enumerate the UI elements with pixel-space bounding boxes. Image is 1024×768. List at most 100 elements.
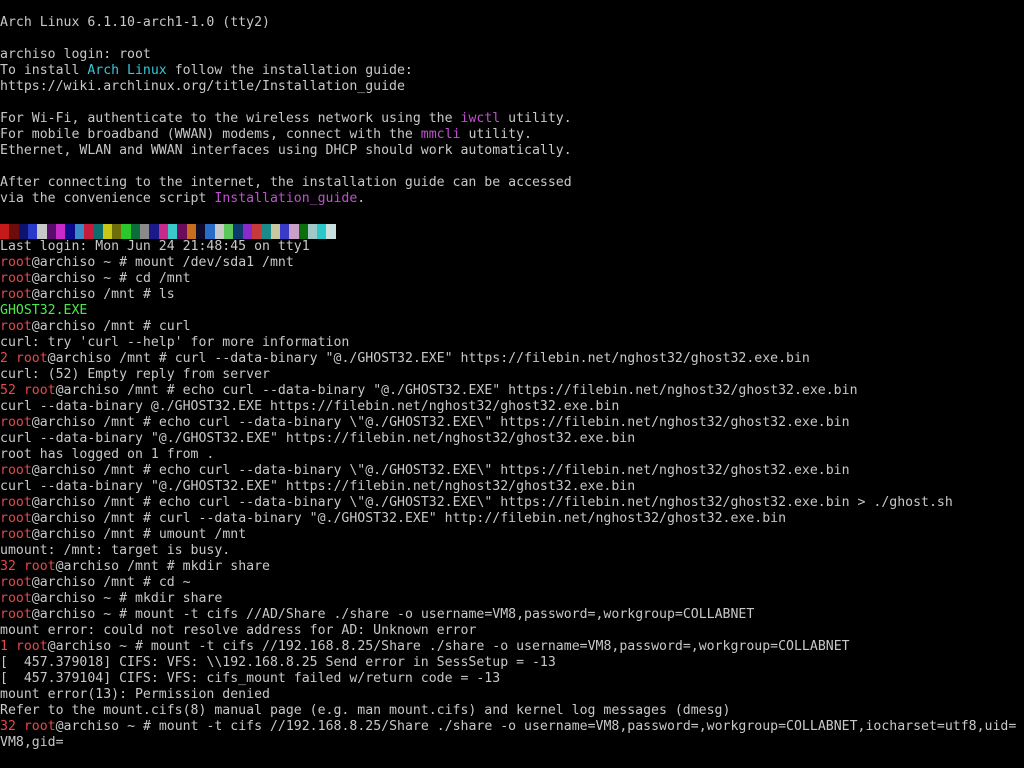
kernel-banner: Arch Linux 6.1.10-arch1-1.0 (tty2) xyxy=(0,15,270,30)
prompt-user: root xyxy=(0,287,32,302)
output-text: curl --data-binary "@./GHOST32.EXE" http… xyxy=(0,479,636,494)
palette-swatch xyxy=(27,224,38,239)
output-line: Last login: Mon Jun 24 21:48:45 on tty1 xyxy=(0,239,1024,255)
prompt-line: root@archiso /mnt # echo curl --data-bin… xyxy=(0,463,1024,479)
exit-code: 1 xyxy=(0,639,16,654)
output-line: Refer to the mount.cifs(8) manual page (… xyxy=(0,703,1024,719)
prompt-user: root xyxy=(0,607,32,622)
prompt-cwd: /mnt xyxy=(95,511,143,526)
after-line-2: via the convenience script Installation_… xyxy=(0,191,1024,207)
output-text: VM8,gid= xyxy=(0,735,64,750)
palette-swatch xyxy=(55,224,66,239)
command-text: # mkdir share xyxy=(166,559,270,574)
wwan-pre: For mobile broadband (WWAN) modems, conn… xyxy=(0,127,421,142)
wwan-line: For mobile broadband (WWAN) modems, conn… xyxy=(0,127,1024,143)
exit-code: 32 xyxy=(0,719,24,734)
output-text: Refer to the mount.cifs(8) manual page (… xyxy=(0,703,731,718)
prompt-user: root xyxy=(0,255,32,270)
command-text: # echo curl --data-binary \"@./GHOST32.E… xyxy=(142,495,953,510)
palette-swatch xyxy=(121,224,131,239)
prompt-host: @archiso xyxy=(31,575,96,590)
after-pre: via the convenience script xyxy=(0,191,215,206)
prompt-cwd: ~ xyxy=(111,639,136,654)
prompt-user: root xyxy=(0,415,32,430)
palette-swatch xyxy=(307,224,318,239)
prompt-line: 32 root@archiso ~ # mount -t cifs //192.… xyxy=(0,719,1024,735)
palette-swatch xyxy=(251,224,262,239)
prompt-user: root xyxy=(23,559,56,574)
after-post: . xyxy=(357,191,366,206)
command-text: # ls xyxy=(142,287,175,302)
prompt-cwd: /mnt xyxy=(95,527,143,542)
command-text: # cd ~ xyxy=(142,575,191,590)
prompt-cwd: /mnt xyxy=(119,383,167,398)
output-line: curl --data-binary @./GHOST32.EXE https:… xyxy=(0,399,1024,415)
output-text: mount error: could not resolve address f… xyxy=(0,623,477,638)
palette-swatch xyxy=(93,224,103,239)
prompt-host: @archiso xyxy=(55,559,120,574)
command-text: # umount /mnt xyxy=(142,527,247,542)
output-text: [ 457.379104] CIFS: VFS: cifs_mount fail… xyxy=(0,671,501,686)
install-post: follow the installation guide: xyxy=(166,63,413,78)
tty-console[interactable]: Arch Linux 6.1.10-arch1-1.0 (tty2) archi… xyxy=(0,0,1024,768)
exit-code: 32 xyxy=(0,559,24,574)
palette-swatch xyxy=(223,224,234,239)
palette-swatch xyxy=(0,224,10,239)
palette-swatch xyxy=(298,224,308,239)
wifi-tool: iwctl xyxy=(460,111,501,126)
prompt-cwd: /mnt xyxy=(95,415,143,430)
prompt-line: root@archiso ~ # cd /mnt xyxy=(0,271,1024,287)
prompt-line: root@archiso /mnt # cd ~ xyxy=(0,575,1024,591)
prompt-user: root xyxy=(0,511,32,526)
prompt-user: root xyxy=(15,639,48,654)
output-text: curl --data-binary @./GHOST32.EXE https:… xyxy=(0,399,620,414)
palette-swatch xyxy=(18,224,28,239)
prompt-host: @archiso xyxy=(31,511,96,526)
prompt-host: @archiso xyxy=(31,415,96,430)
palette-swatch xyxy=(317,224,327,239)
palette-swatch xyxy=(214,224,224,239)
prompt-line: 2 root@archiso /mnt # curl --data-binary… xyxy=(0,351,1024,367)
prompt-line: root@archiso ~ # mount /dev/sda1 /mnt xyxy=(0,255,1024,271)
output-line: curl: (52) Empty reply from server xyxy=(0,367,1024,383)
output-line: [ 457.379104] CIFS: VFS: cifs_mount fail… xyxy=(0,671,1024,687)
prompt-user: root xyxy=(15,351,48,366)
output-line: [ 457.379018] CIFS: VFS: \\192.168.8.25 … xyxy=(0,655,1024,671)
prompt-line: root@archiso /mnt # curl --data-binary "… xyxy=(0,511,1024,527)
prompt-line: root@archiso ~ # mkdir share xyxy=(0,591,1024,607)
output-line: VM8,gid= xyxy=(0,735,1024,751)
palette-swatch xyxy=(149,224,159,239)
prompt-host: @archiso xyxy=(55,719,120,734)
prompt-cwd: /mnt xyxy=(111,351,159,366)
login-line: archiso login: root xyxy=(0,47,151,62)
palette-swatch xyxy=(326,224,336,239)
command-text: # echo curl --data-binary \"@./GHOST32.E… xyxy=(142,415,850,430)
palette-swatch xyxy=(270,224,280,239)
prompt-cwd: /mnt xyxy=(95,319,143,334)
prompt-host: @archiso xyxy=(47,351,112,366)
prompt-user: root xyxy=(23,719,56,734)
palette-swatch xyxy=(37,224,47,239)
palette-swatch xyxy=(167,224,178,239)
palette-swatch xyxy=(9,224,19,239)
output-text: mount error(13): Permission denied xyxy=(0,687,270,702)
output-line: root has logged on 1 from . xyxy=(0,447,1024,463)
prompt-cwd: /mnt xyxy=(119,559,167,574)
output-line: curl --data-binary "@./GHOST32.EXE" http… xyxy=(0,431,1024,447)
prompt-host: @archiso xyxy=(31,287,96,302)
prompt-cwd: ~ xyxy=(95,255,120,270)
output-text: curl: try 'curl --help' for more informa… xyxy=(0,335,350,350)
palette-swatch xyxy=(242,224,252,239)
prompt-user: root xyxy=(0,319,32,334)
command-text: # curl --data-binary "@./GHOST32.EXE" ht… xyxy=(158,351,810,366)
command-text: # mkdir share xyxy=(119,591,223,606)
exit-code: 2 xyxy=(0,351,16,366)
command-text: # echo curl --data-binary "@./GHOST32.EX… xyxy=(166,383,858,398)
output-line: curl: try 'curl --help' for more informa… xyxy=(0,335,1024,351)
directory-entry: GHOST32.EXE xyxy=(0,303,1024,319)
prompt-host: @archiso xyxy=(31,591,96,606)
palette-swatch xyxy=(195,224,206,239)
